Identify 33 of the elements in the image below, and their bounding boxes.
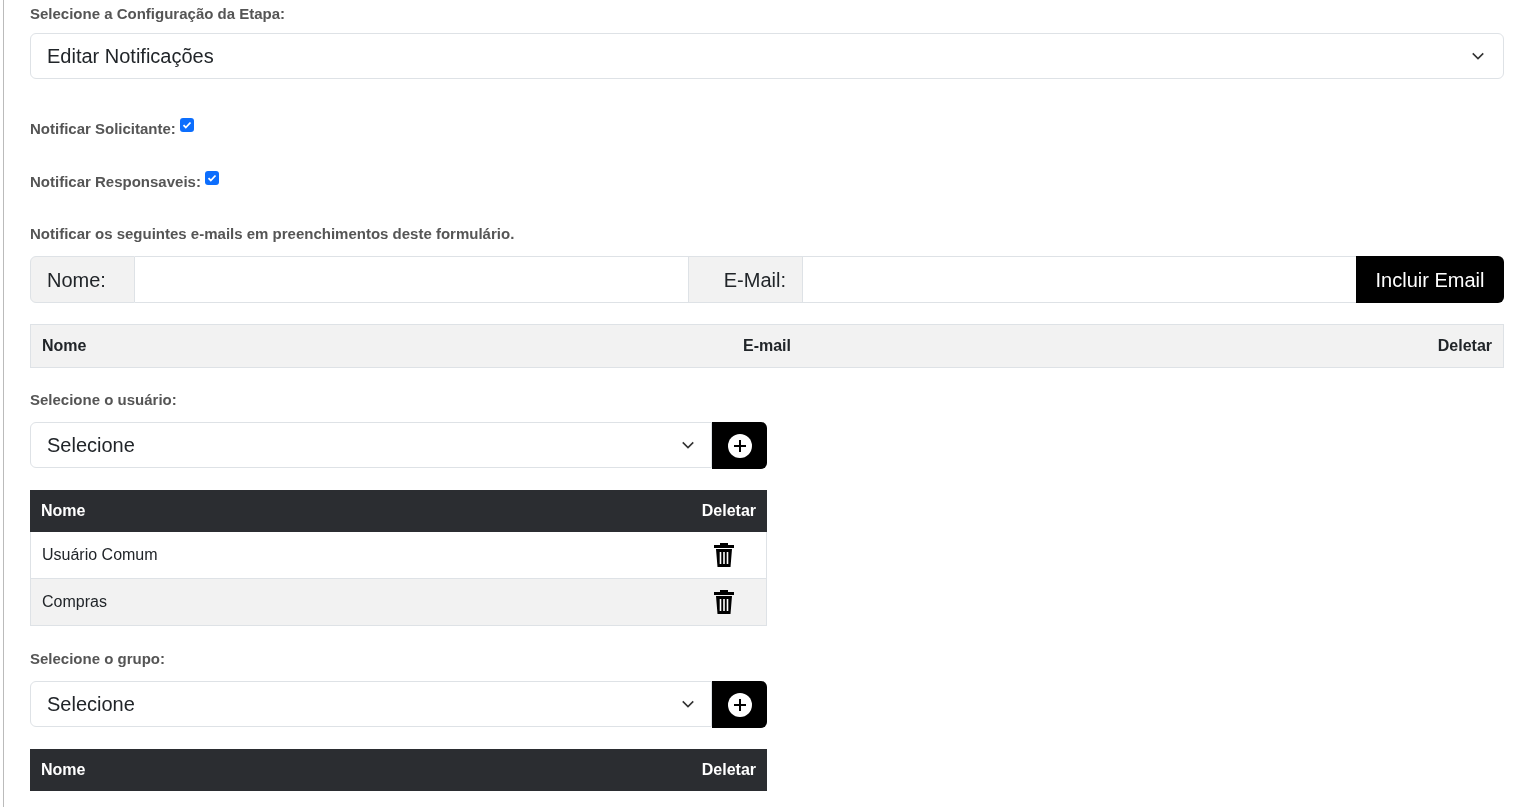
column-header: Deletar: [701, 501, 756, 521]
checkbox[interactable]: [204, 171, 219, 185]
column-header: E-mail: [743, 336, 791, 356]
check-icon: [181, 120, 192, 130]
column-header: Deletar: [1437, 336, 1492, 356]
plus-circle-icon: [726, 691, 753, 718]
trash-icon[interactable]: [713, 589, 735, 615]
field-label: Selecione a Configuração da Etapa:: [30, 4, 287, 24]
select-field[interactable]: Selecione: [30, 681, 712, 727]
add-button[interactable]: [712, 681, 767, 728]
select-field[interactable]: Editar Notificações: [30, 33, 1504, 79]
checkbox[interactable]: [179, 118, 194, 132]
field-label: Notificar os seguintes e-mails em preenchimentos deste formulário.: [30, 224, 516, 244]
table-cell-text: Compras: [42, 592, 107, 612]
column-header: Deletar: [701, 760, 756, 780]
select-field[interactable]: Selecione: [30, 422, 712, 468]
email-addon: E-Mail:: [688, 256, 803, 303]
column-header: Nome: [41, 501, 86, 521]
name-input[interactable]: [135, 256, 688, 303]
trash-icon[interactable]: [713, 542, 735, 568]
table-cell-text: Usuário Comum: [42, 545, 158, 565]
check-icon: [206, 173, 217, 183]
add-button[interactable]: [712, 422, 767, 469]
column-header: Nome: [41, 760, 86, 780]
plus-circle-icon: [726, 432, 753, 459]
include-email-button[interactable]: Incluir Email: [1356, 256, 1504, 303]
column-header: Nome: [42, 336, 87, 356]
email-input[interactable]: [803, 256, 1356, 303]
field-label: Notificar Solicitante:: [30, 119, 176, 139]
field-label: Notificar Responsaveis:: [30, 172, 201, 192]
name-addon: Nome:: [30, 256, 135, 303]
field-label: Selecione o grupo:: [30, 649, 166, 669]
field-label: Selecione o usuário:: [30, 390, 178, 410]
